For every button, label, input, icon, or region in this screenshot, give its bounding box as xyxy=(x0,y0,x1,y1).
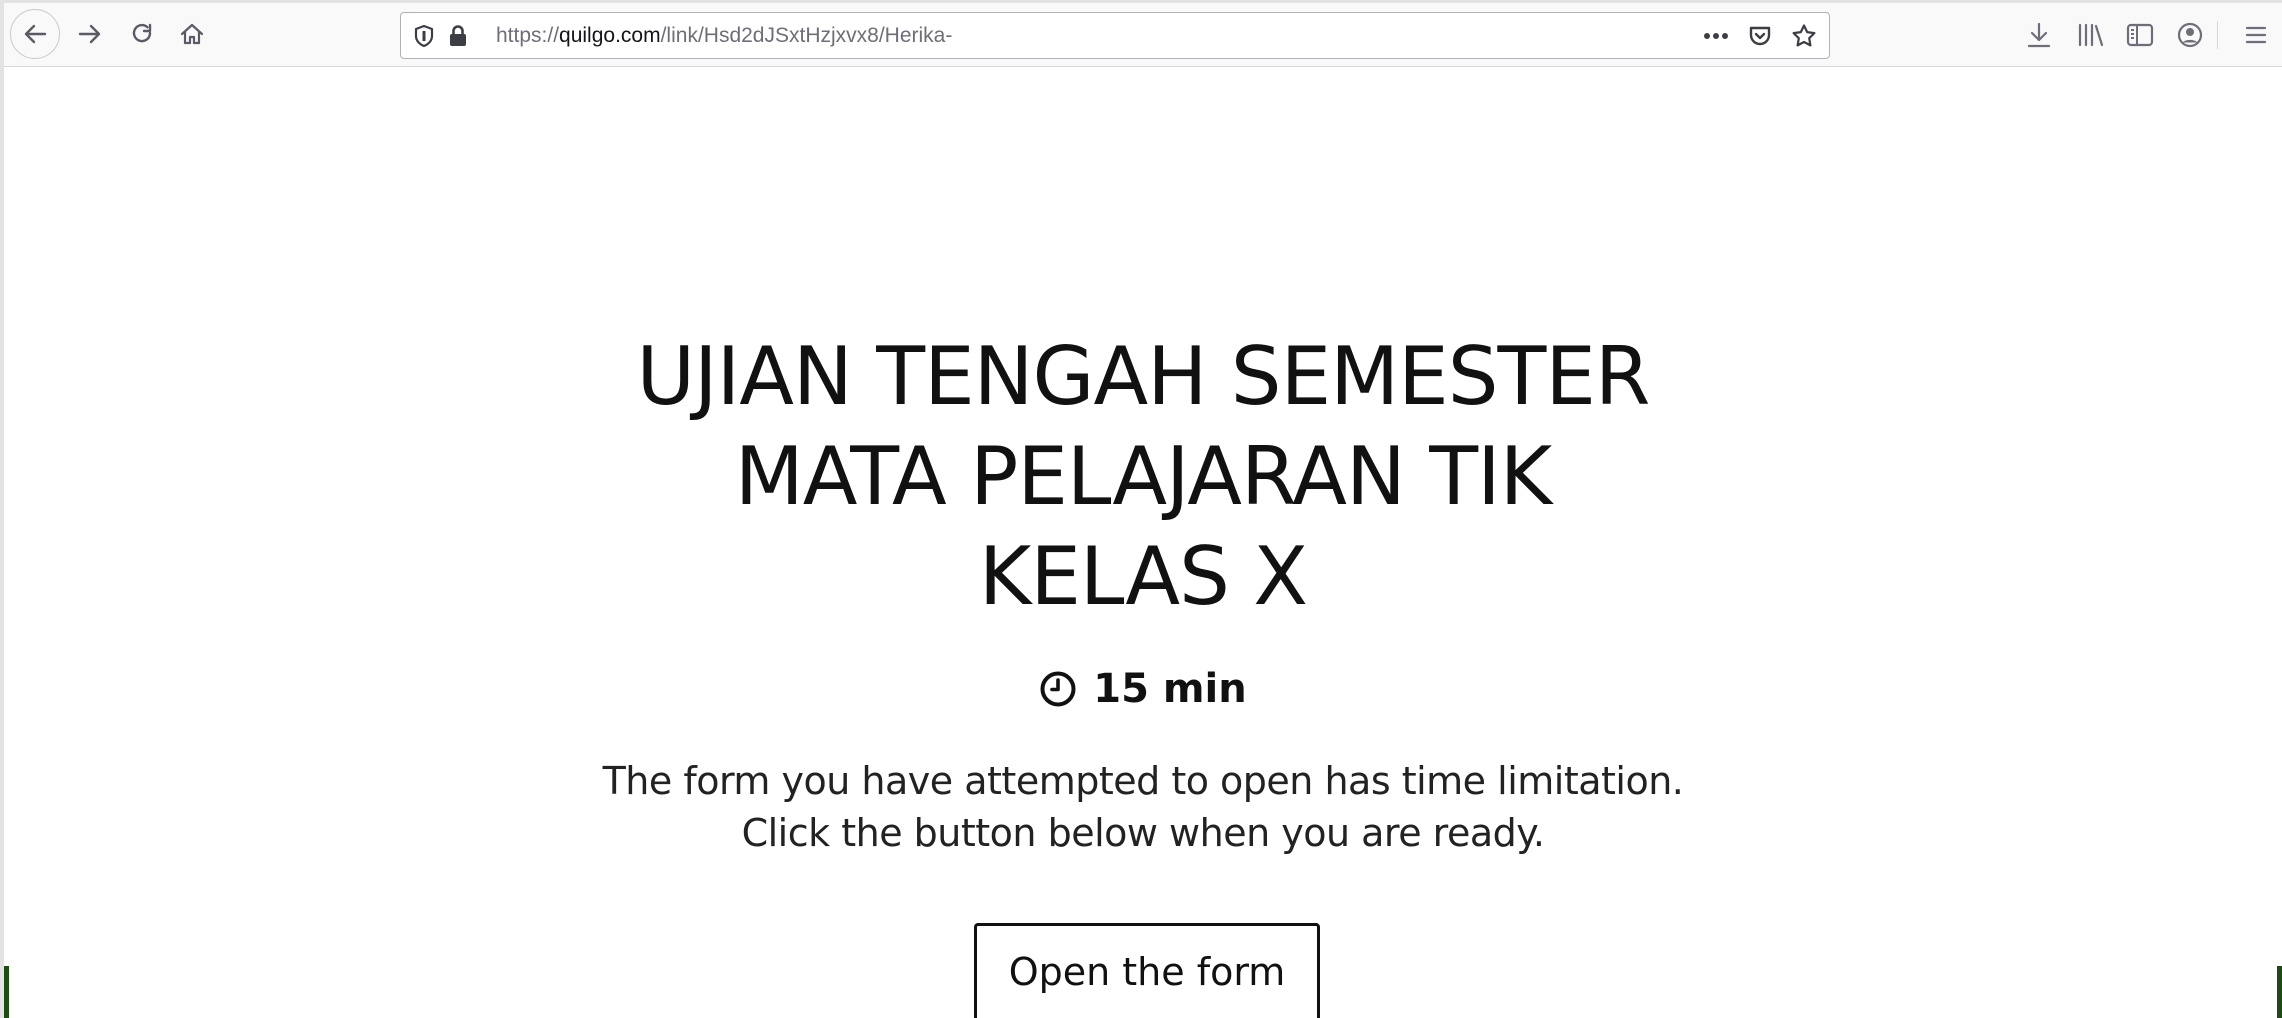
reload-icon xyxy=(128,20,156,48)
star-icon[interactable] xyxy=(1791,23,1817,49)
address-bar[interactable]: https://quilgo.com/link/Hsd2dJSxtHzjxvx8… xyxy=(400,12,1830,59)
time-limit-notice: The form you have attempted to open has … xyxy=(4,755,2282,859)
url-prefix: https:// xyxy=(496,24,560,47)
notice-line: The form you have attempted to open has … xyxy=(602,759,1684,803)
shield-icon[interactable] xyxy=(411,23,437,49)
back-arrow-icon xyxy=(21,20,49,48)
reload-button[interactable] xyxy=(117,9,167,59)
more-dots-icon[interactable] xyxy=(1703,23,1729,49)
left-edge-accent xyxy=(4,966,9,1018)
home-button[interactable] xyxy=(167,9,217,59)
home-icon xyxy=(178,20,206,48)
notice-line: Click the button below when you are read… xyxy=(741,811,1545,855)
download-icon[interactable] xyxy=(2019,15,2059,55)
forward-button[interactable] xyxy=(65,9,115,59)
browser-window: https://quilgo.com/link/Hsd2dJSxtHzjxvx8… xyxy=(0,0,2282,1018)
sidebar-icon[interactable] xyxy=(2120,15,2160,55)
hamburger-menu-icon[interactable] xyxy=(2236,15,2276,55)
duration-text: 15 min xyxy=(1093,666,1247,712)
lock-icon[interactable] xyxy=(445,23,471,49)
back-button[interactable] xyxy=(10,9,60,59)
right-edge-accent xyxy=(2277,966,2282,1018)
time-limit: 15 min xyxy=(4,663,2282,715)
title-line: KELAS X xyxy=(978,530,1308,623)
pocket-icon[interactable] xyxy=(1747,23,1773,49)
browser-toolbar: https://quilgo.com/link/Hsd2dJSxtHzjxvx8… xyxy=(4,3,2282,67)
title-line: UJIAN TENGAH SEMESTER xyxy=(636,330,1651,423)
title-line: MATA PELAJARAN TIK xyxy=(734,430,1552,523)
clock-icon xyxy=(1039,670,1077,708)
account-icon[interactable] xyxy=(2170,15,2210,55)
forward-arrow-icon xyxy=(76,20,104,48)
toolbar-separator xyxy=(2217,21,2218,49)
library-icon[interactable] xyxy=(2070,15,2110,55)
page-title: UJIAN TENGAH SEMESTER MATA PELAJARAN TIK… xyxy=(4,327,2282,627)
url-text[interactable]: https://quilgo.com/link/Hsd2dJSxtHzjxvx8… xyxy=(496,13,952,58)
page-content: UJIAN TENGAH SEMESTER MATA PELAJARAN TIK… xyxy=(4,67,2282,1018)
open-form-button[interactable]: Open the form xyxy=(974,923,1320,1018)
url-path: /link/Hsd2dJSxtHzjxvx8/Herika- xyxy=(660,24,953,47)
url-host: quilgo.com xyxy=(559,24,661,47)
